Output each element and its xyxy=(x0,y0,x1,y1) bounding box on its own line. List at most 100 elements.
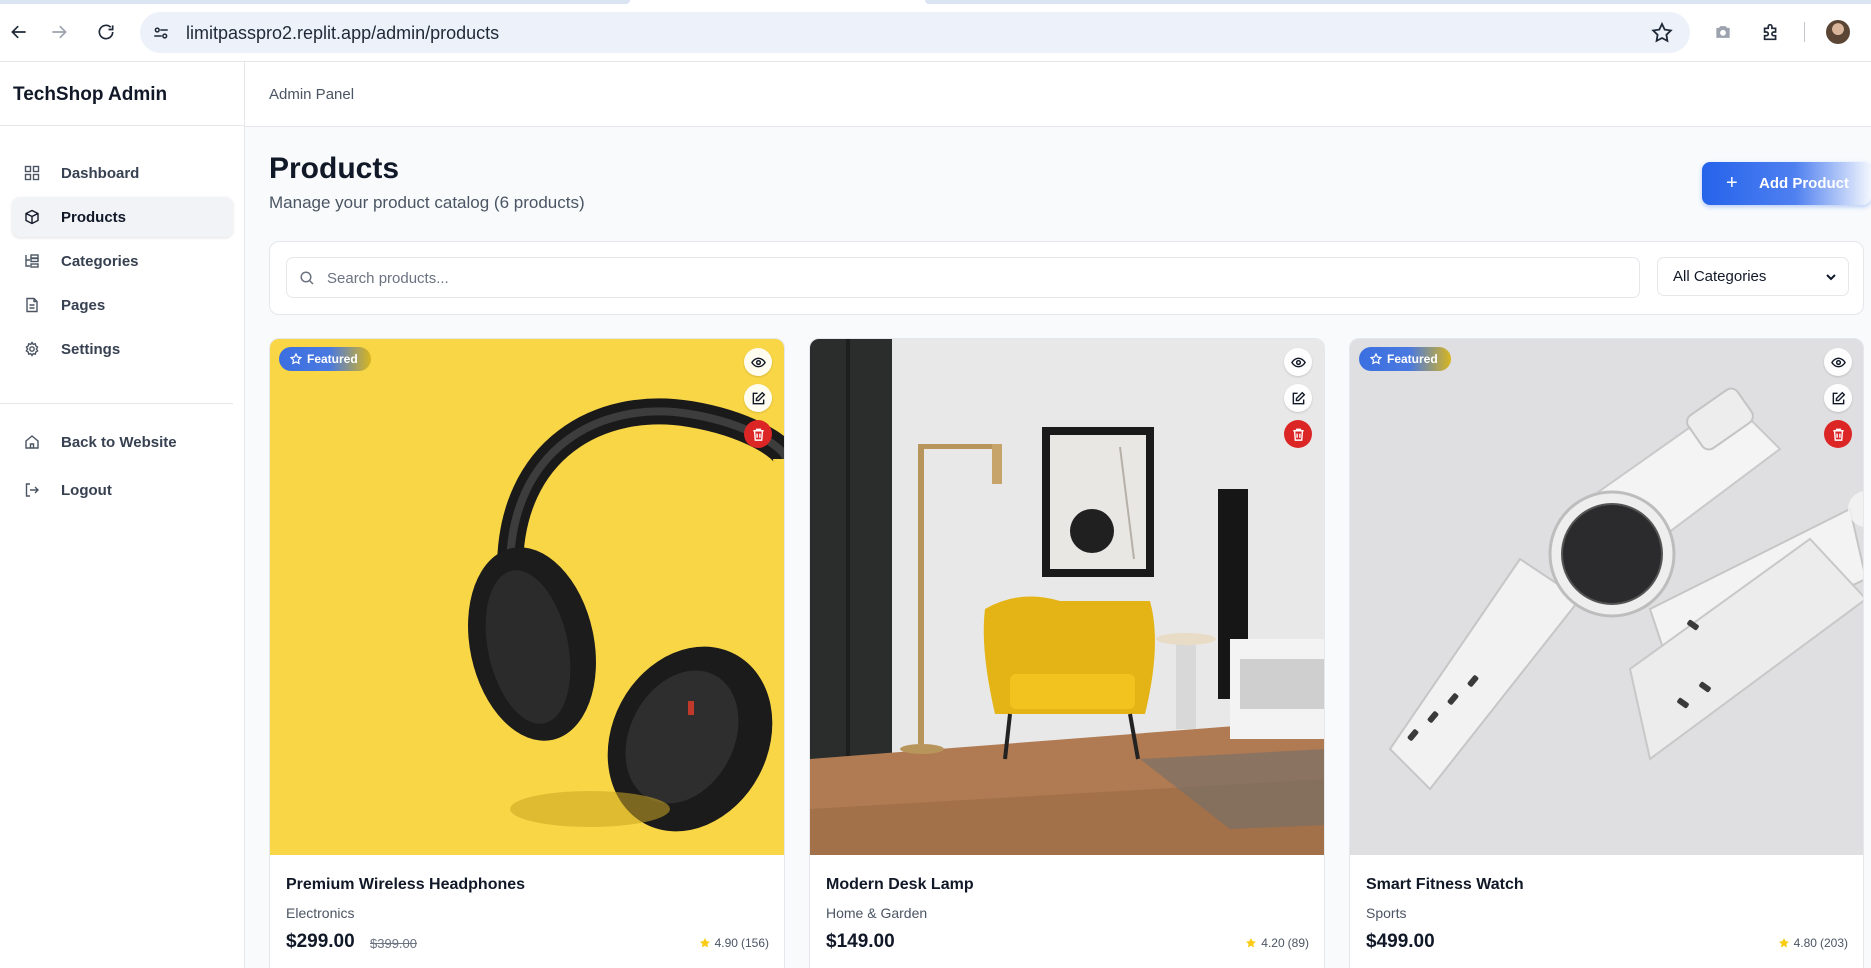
featured-badge: Featured xyxy=(1359,347,1451,371)
eye-icon xyxy=(750,357,766,367)
rating-value: 4.90 xyxy=(714,936,738,950)
site-settings-icon[interactable] xyxy=(150,22,172,44)
sidebar-item-label: Settings xyxy=(61,341,121,358)
search-input[interactable] xyxy=(327,266,1617,290)
sidebar-item-logout[interactable]: Logout xyxy=(12,470,233,510)
product-image-headphones: Featured xyxy=(270,339,784,855)
delete-product-button[interactable] xyxy=(1824,420,1852,448)
eye-icon xyxy=(1830,357,1846,367)
product-card[interactable]: Featured Smart Fitness Watch Sports $499… xyxy=(1349,338,1864,968)
add-product-button[interactable]: + Add Product xyxy=(1702,162,1871,205)
hierarchy-icon xyxy=(25,254,39,268)
eye-icon xyxy=(1290,357,1306,367)
box-icon xyxy=(25,209,39,225)
back-button[interactable] xyxy=(4,17,34,47)
edit-product-button[interactable] xyxy=(744,384,772,412)
product-price: $299.00 xyxy=(286,931,355,952)
sidebar-item-dashboard[interactable]: Dashboard xyxy=(12,153,233,193)
bookmark-star-icon[interactable] xyxy=(1650,21,1674,45)
sidebar-item-back-to-website[interactable]: Back to Website xyxy=(12,422,233,462)
review-count: (203) xyxy=(1819,936,1848,950)
star-outline-icon xyxy=(1370,353,1382,365)
arrow-left-icon xyxy=(11,25,26,39)
product-card[interactable]: Modern Desk Lamp Home & Garden $149.00 4… xyxy=(809,338,1325,968)
star-icon xyxy=(1778,938,1789,948)
product-image-fitness-watch: Featured xyxy=(1350,339,1863,855)
product-old-price: $399.00 xyxy=(370,936,417,951)
edit-icon xyxy=(1292,391,1305,404)
reload-button[interactable] xyxy=(91,17,121,47)
delete-product-button[interactable] xyxy=(744,420,772,448)
profile-avatar[interactable] xyxy=(1826,20,1850,44)
sidebar-item-categories[interactable]: Categories xyxy=(12,241,233,281)
view-product-button[interactable] xyxy=(1824,348,1852,376)
review-count: (156) xyxy=(740,936,769,950)
sidebar-item-label: Products xyxy=(61,209,127,226)
product-rating: 4.90 (156) xyxy=(699,936,769,950)
toolbar-divider xyxy=(1804,22,1805,42)
sidebar-item-label: Dashboard xyxy=(61,165,140,182)
url-text[interactable]: limitpasspro2.replit.app/admin/products xyxy=(186,23,499,44)
star-icon xyxy=(1246,938,1257,948)
product-price: $499.00 xyxy=(1366,931,1435,952)
filter-card: All Categories xyxy=(269,241,1864,315)
product-card[interactable]: Featured Premium Wireless Headphones Ele… xyxy=(269,338,785,968)
tab-next[interactable] xyxy=(925,0,1871,4)
view-product-button[interactable] xyxy=(1284,348,1312,376)
address-bar[interactable]: limitpasspro2.replit.app/admin/products xyxy=(140,12,1690,53)
star-icon xyxy=(699,938,710,948)
breadcrumb: Admin Panel xyxy=(269,86,355,103)
view-product-button[interactable] xyxy=(744,348,772,376)
gear-icon xyxy=(25,341,39,357)
reload-icon xyxy=(98,24,114,40)
sidebar-item-pages[interactable]: Pages xyxy=(12,285,233,325)
rating-value: 4.80 xyxy=(1793,936,1817,950)
tab-previous[interactable] xyxy=(0,0,630,4)
document-icon xyxy=(26,297,38,313)
featured-badge-label: Featured xyxy=(307,352,358,366)
category-select[interactable]: All Categories xyxy=(1657,257,1849,296)
delete-product-button[interactable] xyxy=(1284,420,1312,448)
featured-badge-label: Featured xyxy=(1387,352,1438,366)
edit-icon xyxy=(1832,391,1845,404)
screenshot-camera-icon[interactable] xyxy=(1710,19,1736,45)
brand-title: TechShop Admin xyxy=(13,84,168,105)
sidebar-item-settings[interactable]: Settings xyxy=(12,329,233,369)
edit-product-button[interactable] xyxy=(1824,384,1852,412)
sidebar-item-label: Categories xyxy=(61,253,139,270)
edit-icon xyxy=(752,391,765,404)
home-icon xyxy=(25,435,39,449)
product-name[interactable]: Premium Wireless Headphones xyxy=(286,876,525,894)
sidebar-item-products[interactable]: Products xyxy=(12,197,233,237)
forward-button[interactable] xyxy=(44,17,74,47)
trash-icon xyxy=(752,428,764,441)
add-product-label: Add Product xyxy=(1759,175,1849,192)
product-category: Sports xyxy=(1366,905,1407,921)
page-title: Products xyxy=(269,152,400,185)
search-box[interactable] xyxy=(286,257,1640,298)
sidebar-divider xyxy=(0,403,233,404)
star-outline-icon xyxy=(290,353,302,365)
edit-product-button[interactable] xyxy=(1284,384,1312,412)
chevron-down-icon xyxy=(1826,274,1836,281)
product-name[interactable]: Smart Fitness Watch xyxy=(1366,876,1524,894)
search-icon xyxy=(300,271,314,285)
sidebar: TechShop Admin Dashboard Products Catego… xyxy=(0,62,245,968)
arrow-right-icon xyxy=(52,25,67,39)
product-rating: 4.20 (89) xyxy=(1245,936,1309,950)
sidebar-item-label: Pages xyxy=(61,297,106,314)
page-subtitle: Manage your product catalog (6 products) xyxy=(269,193,585,212)
product-rating: 4.80 (203) xyxy=(1778,936,1848,950)
rating-value: 4.20 xyxy=(1261,936,1285,950)
product-name[interactable]: Modern Desk Lamp xyxy=(826,876,974,894)
extensions-puzzle-icon[interactable] xyxy=(1758,19,1784,45)
product-image-desk-lamp xyxy=(810,339,1324,855)
top-bar: Admin Panel xyxy=(245,62,1871,127)
trash-icon xyxy=(1832,428,1844,441)
grid-icon xyxy=(24,165,40,181)
sidebar-item-label: Back to Website xyxy=(61,434,177,451)
product-category: Electronics xyxy=(286,905,355,921)
product-category: Home & Garden xyxy=(826,905,928,921)
tab-strip xyxy=(0,0,1871,4)
category-select-value: All Categories xyxy=(1673,268,1767,285)
